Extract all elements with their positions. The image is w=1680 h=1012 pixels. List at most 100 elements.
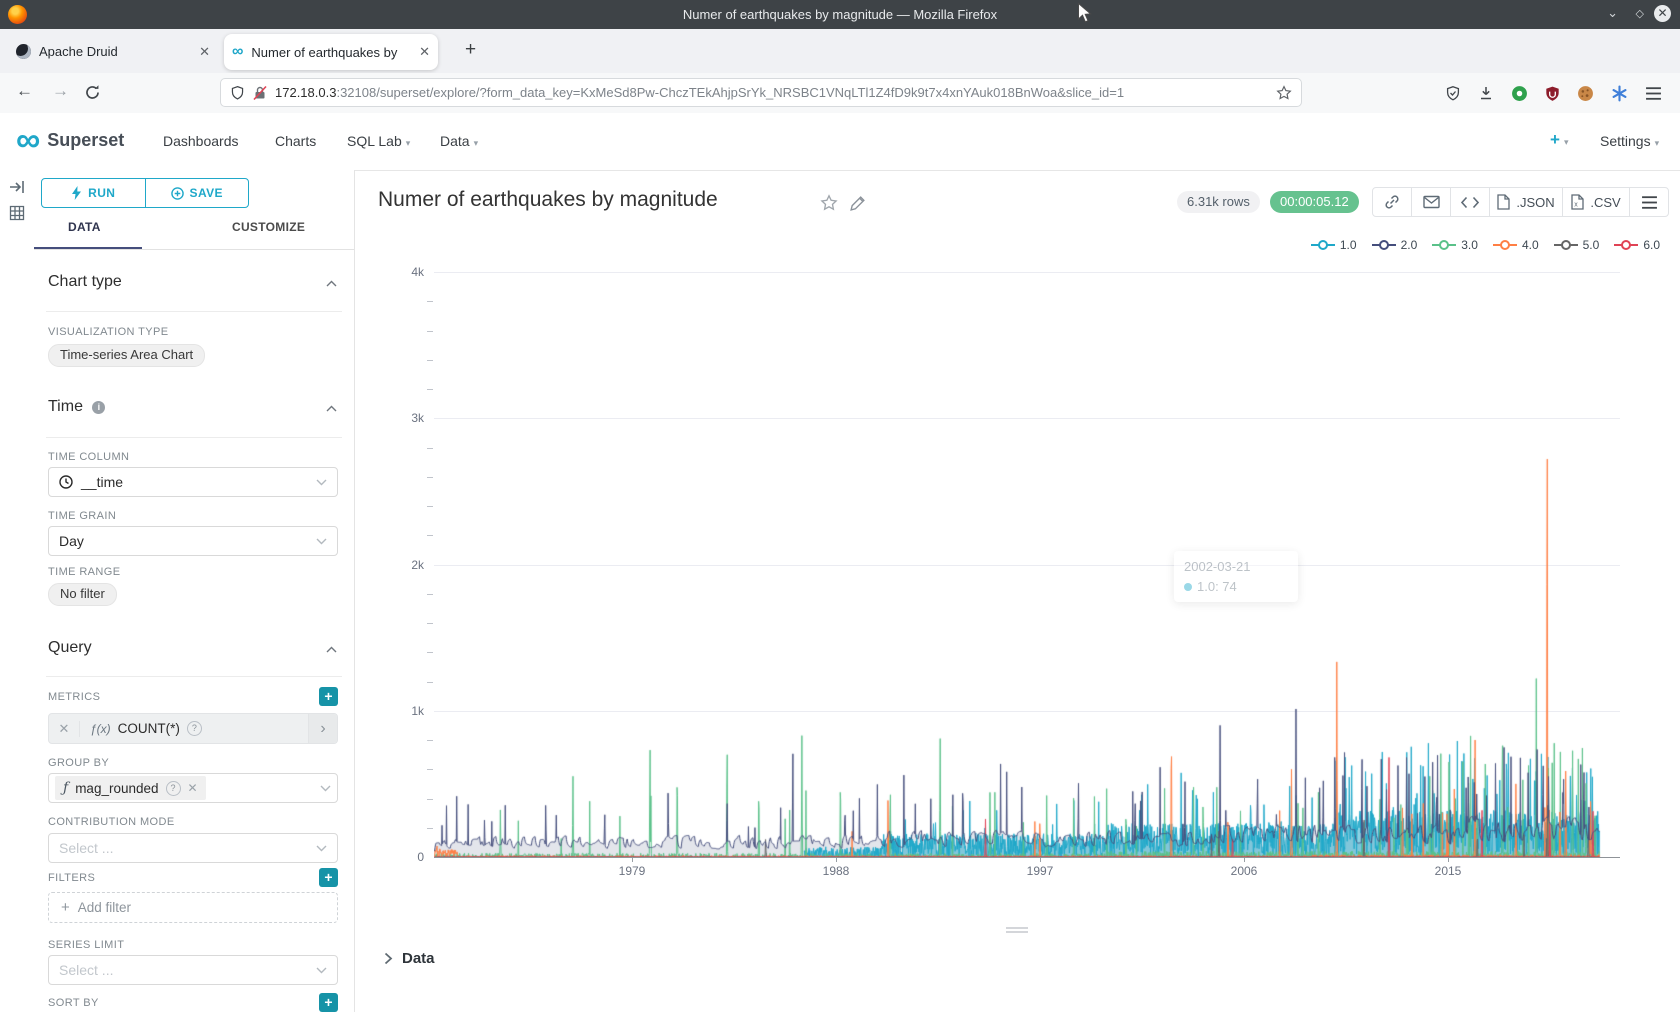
time-range-pill[interactable]: No filter <box>48 583 117 606</box>
menu-button[interactable] <box>1629 187 1669 217</box>
section-chart-type[interactable]: Chart type <box>48 273 122 291</box>
reload-icon[interactable] <box>84 84 101 101</box>
y-minor-tick <box>427 828 433 829</box>
bookmark-star-icon[interactable] <box>1276 85 1292 101</box>
link-button[interactable] <box>1372 187 1412 217</box>
legend-item-2.0[interactable]: 2.0 <box>1372 238 1418 252</box>
y-minor-tick <box>427 682 433 683</box>
chevron-down-icon <box>316 538 327 545</box>
collapse-caret-icon[interactable] <box>326 646 337 653</box>
legend-marker-icon <box>1493 239 1517 251</box>
filters-label: FILTERS <box>48 872 95 884</box>
settings-menu[interactable]: Settings▾ <box>1600 133 1659 149</box>
panel-resize-handle[interactable] <box>997 925 1037 935</box>
nav-item-sql-lab[interactable]: SQL Lab▾ <box>347 133 410 149</box>
pocket-shield-icon[interactable] <box>1445 85 1461 102</box>
add-filter-button[interactable]: + Add filter <box>48 892 338 923</box>
datasource-grid-icon[interactable] <box>8 204 26 222</box>
save-button[interactable]: SAVE <box>146 179 249 207</box>
y-axis-label: 4k <box>384 265 424 279</box>
browser-tab-superset[interactable]: ∞ Numer of earthquakes by ✕ <box>224 34 438 70</box>
y-minor-tick <box>427 506 433 507</box>
x-axis-tick <box>1040 858 1041 862</box>
remove-chip-icon[interactable]: ✕ <box>188 781 198 795</box>
menu-icon[interactable] <box>1645 86 1662 101</box>
y-minor-tick <box>427 389 433 390</box>
window-close-button[interactable]: ✕ <box>1654 5 1671 22</box>
browser-tab-druid[interactable]: Apache Druid ✕ <box>8 35 218 68</box>
csv-export-button[interactable]: x.CSV <box>1562 187 1630 217</box>
y-minor-tick <box>427 740 433 741</box>
legend-item-1.0[interactable]: 1.0 <box>1311 238 1357 252</box>
add-metric-button[interactable]: + <box>319 687 338 706</box>
json-export-button[interactable]: .JSON <box>1489 187 1563 217</box>
superset-logo[interactable]: ∞ Superset <box>16 121 124 159</box>
viz-type-label: VISUALIZATION TYPE <box>48 326 169 338</box>
nav-item-dashboards[interactable]: Dashboards <box>163 133 239 149</box>
nav-item-charts[interactable]: Charts <box>275 133 316 149</box>
chevron-down-icon <box>316 845 327 852</box>
metric-chip[interactable]: ✕ ƒ(x) COUNT(*) ? › <box>48 713 338 744</box>
run-button[interactable]: RUN <box>42 179 146 207</box>
back-icon[interactable]: ← <box>16 81 33 101</box>
mail-button[interactable] <box>1411 187 1451 217</box>
edit-pencil-icon[interactable] <box>849 195 866 212</box>
group-by-chip[interactable]: ƒ mag_rounded ? ✕ <box>55 776 206 800</box>
insecure-lock-icon[interactable] <box>253 85 267 101</box>
add-new-button[interactable]: +▾ <box>1550 130 1568 150</box>
code-button[interactable] <box>1450 187 1490 217</box>
nav-item-data[interactable]: Data▾ <box>440 133 478 149</box>
tab-customize[interactable]: CUSTOMIZE <box>232 220 305 234</box>
column-fx-icon: ƒ <box>63 780 68 796</box>
help-icon[interactable]: ? <box>166 781 181 796</box>
viz-type-pill[interactable]: Time-series Area Chart <box>48 344 205 367</box>
expand-panel-icon[interactable] <box>8 178 26 196</box>
legend-item-3.0[interactable]: 3.0 <box>1432 238 1478 252</box>
favorite-star-icon[interactable] <box>820 194 838 212</box>
group-by-select[interactable]: ƒ mag_rounded ? ✕ <box>48 773 338 803</box>
browser-extension-icons <box>1445 73 1662 113</box>
add-filter-plus-button[interactable]: + <box>319 868 338 887</box>
help-icon[interactable]: ? <box>187 721 202 736</box>
contribution-mode-select[interactable]: Select ... <box>48 833 338 863</box>
legend-item-6.0[interactable]: 6.0 <box>1614 238 1660 252</box>
series-limit-select[interactable]: Select ... <box>48 955 338 985</box>
extension-green-icon[interactable] <box>1511 85 1528 102</box>
legend-item-5.0[interactable]: 5.0 <box>1554 238 1600 252</box>
legend-label: 1.0 <box>1340 238 1357 252</box>
collapse-caret-icon[interactable] <box>326 280 337 287</box>
section-query[interactable]: Query <box>48 639 92 657</box>
window-minimize-button[interactable]: ⌄ <box>1607 5 1618 21</box>
panel-divider <box>34 249 354 250</box>
y-axis-label: 2k <box>384 558 424 572</box>
x-axis-tick <box>1448 858 1449 862</box>
extension-ublock-icon[interactable] <box>1545 85 1560 102</box>
data-results-panel-header[interactable]: Data <box>384 950 435 967</box>
x-axis-label: 1988 <box>814 864 858 878</box>
tab-close-icon[interactable]: ✕ <box>419 44 430 60</box>
legend-item-4.0[interactable]: 4.0 <box>1493 238 1539 252</box>
window-title: Numer of earthquakes by magnitude — Mozi… <box>0 7 1680 22</box>
remove-metric-icon[interactable]: ✕ <box>49 721 80 737</box>
chart-canvas[interactable] <box>434 272 1620 857</box>
extension-asterisk-icon[interactable] <box>1611 85 1628 102</box>
download-icon[interactable] <box>1478 85 1494 101</box>
new-tab-button[interactable]: + <box>465 39 476 61</box>
extension-cookie-icon[interactable] <box>1577 85 1594 102</box>
x-axis-label: 2015 <box>1426 864 1470 878</box>
y-minor-tick <box>427 448 433 449</box>
legend-label: 2.0 <box>1401 238 1418 252</box>
chevron-down-icon <box>316 479 327 486</box>
tab-data[interactable]: DATA <box>68 220 101 234</box>
time-column-select[interactable]: __time <box>48 467 338 497</box>
tab-close-icon[interactable]: ✕ <box>199 44 210 60</box>
forward-icon[interactable]: → <box>52 81 69 101</box>
shield-icon[interactable] <box>230 85 245 101</box>
time-grain-select[interactable]: Day <box>48 526 338 556</box>
url-bar[interactable]: 172.18.0.3:32108/superset/explore/?form_… <box>220 78 1302 107</box>
section-time[interactable]: Time i <box>48 398 105 416</box>
window-maximize-button[interactable]: ◇ <box>1636 7 1644 20</box>
expand-metric-icon[interactable]: › <box>308 714 337 743</box>
collapse-caret-icon[interactable] <box>326 405 337 412</box>
add-sort-button[interactable]: + <box>319 993 338 1012</box>
